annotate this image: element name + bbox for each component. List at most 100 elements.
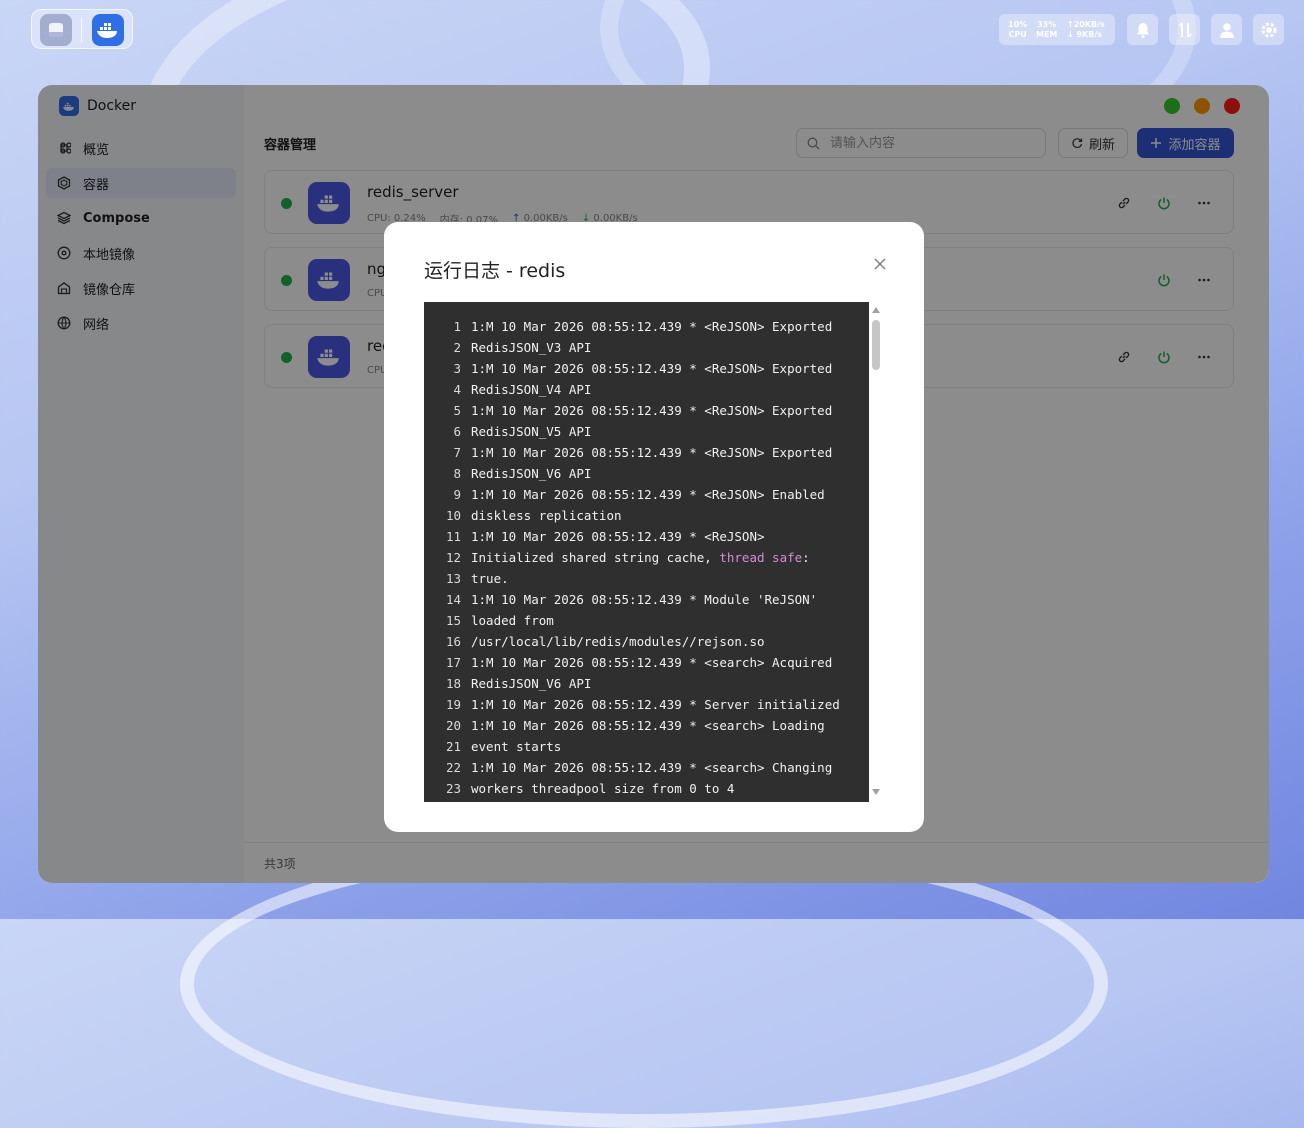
log-line-number: 1 — [453, 319, 461, 334]
log-line-number: 16 — [445, 634, 461, 649]
log-line-number: 19 — [445, 697, 461, 712]
log-line-text: /usr/local/lib/redis/modules//rejson.so — [471, 634, 765, 649]
settings-button[interactable] — [1253, 14, 1284, 45]
log-line: 1 1:M 10 Mar 2026 08:55:12.439 * <ReJSON>… — [424, 316, 832, 337]
log-highlight: thread safe — [719, 550, 803, 565]
log-line-number: 14 — [445, 592, 461, 607]
log-line-text: RedisJSON_V3 API — [471, 340, 592, 355]
log-line-text: RedisJSON_V4 API — [471, 382, 592, 397]
scroll-up-button[interactable] — [871, 306, 881, 314]
log-line: 8 RedisJSON_V6 API — [424, 463, 591, 484]
cpu-value: 10% — [1008, 20, 1028, 29]
scrollbar-thumb[interactable] — [872, 320, 880, 370]
wallpaper-swirl — [180, 840, 1108, 1128]
log-line-text: 1:M 10 Mar 2026 08:55:12.439 * <ReJSON> … — [471, 319, 833, 334]
log-line-text: 1:M 10 Mar 2026 08:55:12.439 * Module 'R… — [471, 592, 818, 607]
close-icon — [874, 258, 886, 270]
dialog-close-button[interactable] — [870, 254, 890, 274]
log-line-text: RedisJSON_V6 API — [471, 676, 592, 691]
log-line: 17 1:M 10 Mar 2026 08:55:12.439 * <search… — [424, 652, 832, 673]
docker-app-icon[interactable] — [92, 14, 124, 46]
log-line: 19 1:M 10 Mar 2026 08:55:12.439 * Server … — [424, 694, 840, 715]
log-line-text: true. — [471, 571, 509, 586]
log-line: 9 1:M 10 Mar 2026 08:55:12.439 * <ReJSON>… — [424, 484, 825, 505]
log-line-text: 1:M 10 Mar 2026 08:55:12.439 * <search> … — [471, 718, 825, 733]
log-line: 3 1:M 10 Mar 2026 08:55:12.439 * <ReJSON>… — [424, 358, 832, 379]
log-line-number: 15 — [445, 613, 461, 628]
log-line-number: 5 — [453, 403, 461, 418]
log-line: 14 1:M 10 Mar 2026 08:55:12.439 * Module … — [424, 589, 817, 610]
log-line: 18 RedisJSON_V6 API — [424, 673, 591, 694]
dock-separator — [81, 18, 82, 42]
log-line: 4 RedisJSON_V4 API — [424, 379, 591, 400]
log-line-number: 13 — [445, 571, 461, 586]
log-line: 21 event starts — [424, 736, 561, 757]
log-line-text: 1:M 10 Mar 2026 08:55:12.439 * <search> … — [471, 760, 833, 775]
user-button[interactable] — [1211, 14, 1242, 45]
log-line: 7 1:M 10 Mar 2026 08:55:12.439 * <ReJSON>… — [424, 442, 832, 463]
log-line: 13 true. — [424, 568, 509, 589]
transfer-icon — [1177, 21, 1192, 38]
log-line-text: RedisJSON_V5 API — [471, 424, 592, 439]
log-line-number: 10 — [445, 508, 461, 523]
log-line: 16/usr/local/lib/redis/modules//rejson.s… — [424, 631, 765, 652]
notification-button[interactable] — [1127, 14, 1158, 45]
log-line-text: 1:M 10 Mar 2026 08:55:12.439 * <ReJSON> … — [471, 487, 825, 502]
log-line-text: Initialized shared string cache, thread … — [471, 550, 810, 565]
net-down: ↓ 9KB/s — [1067, 30, 1103, 39]
app-dock — [31, 9, 133, 49]
log-line-text: 1:M 10 Mar 2026 08:55:12.439 * <search> … — [471, 655, 833, 670]
log-line-text: 1:M 10 Mar 2026 08:55:12.439 * <ReJSON> — [471, 529, 765, 544]
user-icon — [1219, 22, 1234, 38]
log-line-number: 9 — [453, 487, 461, 502]
gear-icon — [1261, 22, 1276, 37]
log-line-number: 21 — [445, 739, 461, 754]
log-line-number: 6 — [453, 424, 461, 439]
log-line: 10 diskless replication — [424, 505, 622, 526]
log-line: 22 1:M 10 Mar 2026 08:55:12.439 * <search… — [424, 757, 832, 778]
log-line-number: 22 — [445, 760, 461, 775]
log-dialog: 运行日志 - redis 1 1:M 10 Mar 2026 08:55:12.4… — [384, 222, 924, 832]
log-line-number: 11 — [445, 529, 461, 544]
log-line: 12 Initialized shared string cache, threa… — [424, 547, 810, 568]
triangle-down-icon — [872, 789, 880, 795]
log-line: 20 1:M 10 Mar 2026 08:55:12.439 * <search… — [424, 715, 825, 736]
bell-icon — [1136, 22, 1149, 38]
mem-value: 33% — [1037, 20, 1057, 29]
log-viewer[interactable]: 1 1:M 10 Mar 2026 08:55:12.439 * <ReJSON>… — [424, 302, 869, 802]
log-line-text: loaded from — [471, 613, 554, 628]
log-line-text: RedisJSON_V6 API — [471, 466, 592, 481]
log-line-text: 1:M 10 Mar 2026 08:55:12.439 * <ReJSON> … — [471, 403, 833, 418]
net-up: ↑20KB/s — [1067, 20, 1105, 29]
log-line-text: 1:M 10 Mar 2026 08:55:12.439 * <ReJSON> … — [471, 445, 833, 460]
log-line-text: 1:M 10 Mar 2026 08:55:12.439 * <ReJSON> … — [471, 361, 833, 376]
dialog-title: 运行日志 - redis — [424, 260, 566, 282]
log-line: 11 1:M 10 Mar 2026 08:55:12.439 * <ReJSON… — [424, 526, 765, 547]
log-line-number: 18 — [445, 676, 461, 691]
log-line-text: diskless replication — [471, 508, 622, 523]
log-line-number: 2 — [453, 340, 461, 355]
log-line-text: 1:M 10 Mar 2026 08:55:12.439 * Server in… — [471, 697, 840, 712]
scroll-down-button[interactable] — [871, 788, 881, 796]
log-line-text: workers threadpool size from 0 to 4 — [471, 781, 735, 796]
triangle-up-icon — [872, 307, 880, 313]
log-line-number: 7 — [453, 445, 461, 460]
log-line-number: 17 — [445, 655, 461, 670]
log-line: 23 workers threadpool size from 0 to 4 — [424, 778, 734, 799]
log-line-number: 8 — [453, 466, 461, 481]
mem-label: MEM — [1036, 30, 1058, 39]
cpu-label: CPU — [1008, 30, 1027, 39]
log-line-number: 20 — [445, 718, 461, 733]
log-line: 6 RedisJSON_V5 API — [424, 421, 591, 442]
log-line: 15 loaded from — [424, 610, 554, 631]
transfer-button[interactable] — [1169, 14, 1200, 45]
log-line-number: 12 — [445, 550, 461, 565]
log-line: 2 RedisJSON_V3 API — [424, 337, 591, 358]
log-line: 5 1:M 10 Mar 2026 08:55:12.439 * <ReJSON>… — [424, 400, 832, 421]
log-line-text: event starts — [471, 739, 562, 754]
log-line-number: 4 — [453, 382, 461, 397]
system-stats-widget[interactable]: 10% CPU 33% MEM ↑20KB/s ↓ 9KB/s — [999, 14, 1115, 45]
files-app-icon[interactable] — [40, 14, 72, 46]
log-line-number: 23 — [445, 781, 461, 796]
log-line-number: 3 — [453, 361, 461, 376]
